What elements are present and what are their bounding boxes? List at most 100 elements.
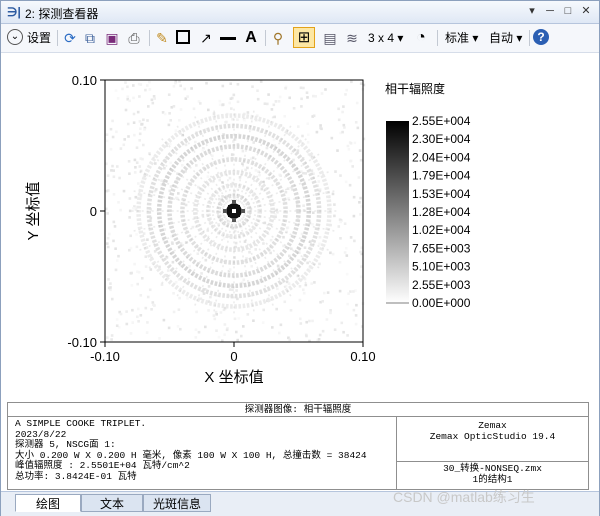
noise-pixel [129,332,133,335]
noise-pixel [282,235,285,239]
settings-button[interactable]: 设置 [27,28,51,48]
noise-pixel [277,100,281,103]
peak-sidelobe [223,209,227,213]
pencil-icon[interactable]: ✎ [153,29,171,47]
noise-pixel [215,313,218,316]
noise-pixel [134,166,137,169]
colorbar-label: 2.04E+004 [412,150,471,164]
fit-view-icon[interactable]: ⊞ [295,29,313,47]
noise-pixel [325,318,329,321]
noise-pixel [207,285,211,288]
noise-pixel [196,252,200,255]
noise-pixel [278,95,282,99]
noise-pixel [321,300,324,303]
noise-pixel [315,130,319,134]
clock-icon[interactable]: ◔ [412,29,430,47]
noise-pixel [111,119,114,123]
noise-pixel [354,322,358,326]
print-icon[interactable]: ⎙ [125,29,143,47]
noise-pixel [127,135,130,138]
refresh-icon[interactable]: ⟳ [61,29,79,47]
copy-icon[interactable]: ⧉ [81,29,99,47]
tab-text[interactable]: 文本 [81,494,143,512]
noise-pixel [359,196,362,200]
noise-pixel [181,164,184,167]
noise-pixel [276,287,279,291]
line-icon[interactable] [220,37,236,40]
info-header: 探测器图像: 相干辐照度 [8,403,588,417]
y-tick-label: 0.10 [72,73,97,88]
noise-pixel [167,326,171,330]
window-icon[interactable]: ▤ [321,29,339,47]
toolbar-separator [149,30,150,46]
standard-dropdown[interactable]: 标准 ▾ [445,28,478,48]
noise-pixel [347,292,350,295]
toolbar-separator [437,30,438,46]
help-icon[interactable]: ? [533,29,549,45]
settings-chevron-icon[interactable]: ⌄ [7,29,23,45]
noise-pixel [288,254,291,258]
peak-sidelobe [232,218,236,222]
noise-pixel [138,120,142,123]
minimize-icon[interactable]: ─ [543,4,557,18]
lock-icon[interactable]: ⚲ [269,29,287,47]
noise-pixel [204,325,207,329]
noise-pixel [111,297,114,301]
noise-pixel [175,196,178,200]
noise-pixel [246,313,250,316]
heatmap-layer [105,80,366,343]
noise-pixel [167,93,171,96]
noise-pixel [218,99,222,103]
noise-pixel [162,318,166,322]
noise-pixel [110,338,113,341]
maximize-icon[interactable]: □ [561,4,575,18]
noise-pixel [274,100,278,103]
noise-pixel [350,80,353,84]
noise-pixel [272,138,276,142]
close-icon[interactable]: ✕ [579,4,593,18]
text-icon[interactable]: A [242,29,260,47]
noise-pixel [230,107,233,110]
noise-pixel [192,107,196,111]
rectangle-icon[interactable] [176,30,190,44]
noise-pixel [122,143,126,147]
auto-dropdown[interactable]: 自动 ▾ [489,28,522,48]
noise-pixel [352,290,355,293]
save-icon[interactable]: ▣ [103,29,121,47]
noise-pixel [310,282,313,285]
arrow-icon[interactable]: ↗ [197,29,215,47]
colorbar-label: 1.28E+004 [412,205,471,219]
noise-pixel [139,294,143,297]
peak-sidelobe [232,200,236,204]
noise-pixel [237,317,241,320]
noise-pixel [240,334,243,338]
noise-pixel [228,268,232,271]
noise-pixel [126,95,130,98]
noise-pixel [357,176,361,179]
noise-pixel [329,311,332,315]
tab-spot-info[interactable]: 光斑信息 [143,494,211,512]
noise-pixel [229,82,232,85]
noise-pixel [128,248,131,252]
noise-pixel [113,225,117,228]
noise-pixel [223,323,227,326]
noise-pixel [278,331,281,335]
noise-pixel [269,251,272,255]
noise-pixel [117,254,120,258]
noise-pixel [333,214,336,218]
noise-pixel [296,149,300,152]
noise-pixel [179,108,183,111]
colorbar-label: 1.53E+004 [412,187,471,201]
noise-pixel [106,245,110,249]
tab-plot[interactable]: 绘图 [15,494,81,512]
noise-pixel [112,239,115,243]
dropdown-icon[interactable]: ▾ [525,4,539,18]
noise-pixel [219,311,223,314]
noise-pixel [115,318,119,321]
layers-icon[interactable]: ≋ [343,29,361,47]
noise-pixel [137,307,140,311]
layout-dropdown[interactable]: 3 x 4 ▾ [368,28,403,48]
noise-pixel [275,307,278,311]
noise-pixel [312,211,315,214]
colorbar-label: 2.55E+003 [412,278,471,292]
